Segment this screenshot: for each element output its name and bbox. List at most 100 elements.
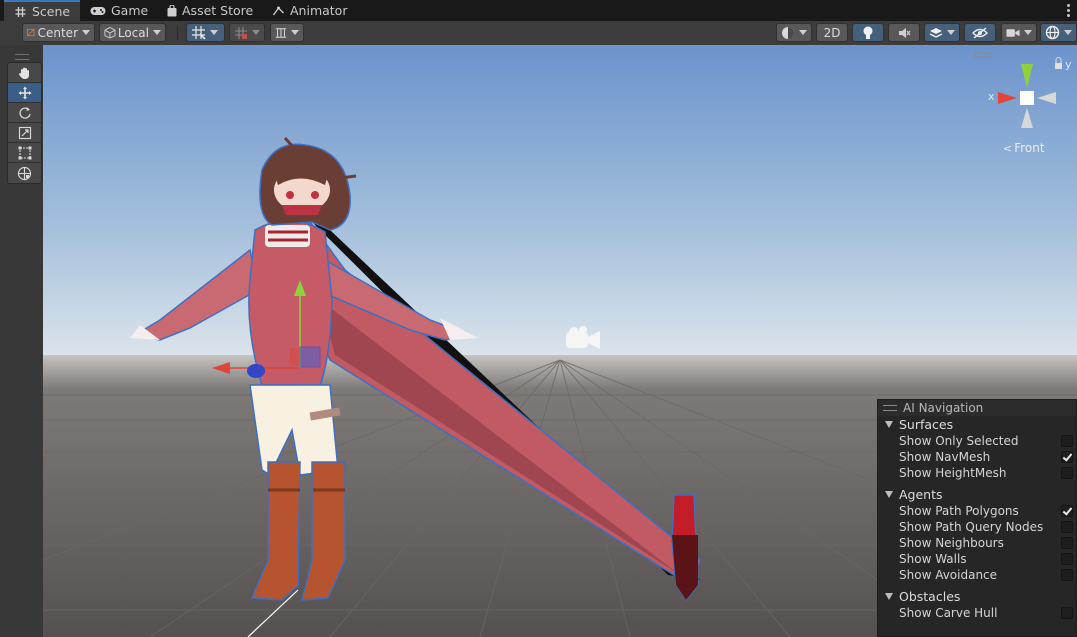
checkbox-show-path-polygons[interactable] xyxy=(1061,505,1073,517)
gamepad-icon xyxy=(90,6,106,15)
pivot-rotation-dropdown[interactable]: Local xyxy=(99,23,166,42)
section-surfaces[interactable]: Surfaces xyxy=(878,416,1076,433)
editor-tab-bar: Scene Game Asset Store Animator xyxy=(0,0,1077,21)
lightbulb-icon xyxy=(863,26,873,39)
2d-toggle[interactable]: 2D xyxy=(816,23,848,42)
grid-icon xyxy=(15,6,26,17)
option-show-carve-hull: Show Carve Hull xyxy=(878,605,1076,621)
option-show-path-query-nodes: Show Path Query Nodes xyxy=(878,519,1076,535)
tab-animator-label: Animator xyxy=(290,3,348,18)
section-surfaces-label: Surfaces xyxy=(899,417,954,432)
option-label: Show Neighbours xyxy=(899,536,1004,550)
scale-tool-button[interactable] xyxy=(8,123,41,143)
option-show-only-selected: Show Only Selected xyxy=(878,433,1076,449)
tab-asset-store[interactable]: Asset Store xyxy=(167,0,253,21)
option-label: Show Only Selected xyxy=(899,434,1019,448)
palette-grip[interactable] xyxy=(15,54,29,60)
checkbox-show-path-query-nodes[interactable] xyxy=(1061,521,1073,533)
checkbox-show-navmesh[interactable] xyxy=(1061,451,1073,463)
pivot-center-icon xyxy=(27,28,35,37)
option-label: Show Walls xyxy=(899,552,967,566)
option-show-avoidance: Show Avoidance xyxy=(878,567,1076,583)
hand-tool-button[interactable] xyxy=(8,63,41,83)
2d-toggle-label: 2D xyxy=(823,25,841,40)
rect-tool-button[interactable] xyxy=(8,143,41,163)
increment-snap-icon xyxy=(235,26,247,39)
option-show-walls: Show Walls xyxy=(878,551,1076,567)
rotate-icon xyxy=(18,106,31,119)
effects-dropdown[interactable] xyxy=(924,23,960,42)
option-show-navmesh: Show NavMesh xyxy=(878,449,1076,465)
audio-toggle[interactable] xyxy=(888,23,920,42)
tab-game[interactable]: Game xyxy=(90,0,148,21)
transform-tool-palette xyxy=(0,45,43,637)
tab-game-label: Game xyxy=(111,3,149,18)
scene-toolbar: Center Local 2D xyxy=(0,21,1077,46)
tab-asset-store-label: Asset Store xyxy=(182,3,254,18)
more-options-icon[interactable] xyxy=(1063,2,1073,18)
foldout-arrow-icon xyxy=(885,593,893,600)
scene-visibility-toggle[interactable] xyxy=(964,23,996,42)
gizmo-view-label[interactable]: < Front xyxy=(1003,141,1045,155)
grid-snap-icon xyxy=(192,26,206,40)
pivot-mode-dropdown[interactable]: Center xyxy=(22,23,95,42)
move-tool-button[interactable] xyxy=(8,83,41,103)
animator-icon xyxy=(272,6,284,15)
grid-visibility-dropdown[interactable] xyxy=(270,23,304,42)
grid-snap-dropdown[interactable] xyxy=(186,23,225,42)
option-show-heightmesh: Show HeightMesh xyxy=(878,465,1076,481)
option-label: Show HeightMesh xyxy=(899,466,1007,480)
section-agents[interactable]: Agents xyxy=(878,486,1076,503)
gizmo-y-label: y xyxy=(1065,58,1072,71)
tab-animator[interactable]: Animator xyxy=(272,0,347,21)
cube-local-icon xyxy=(104,26,116,39)
pivot-rotation-label: Local xyxy=(117,25,149,40)
foldout-arrow-icon xyxy=(885,421,893,428)
scale-icon xyxy=(18,126,31,139)
grid-visibility-icon xyxy=(275,27,287,38)
option-label: Show NavMesh xyxy=(899,450,991,464)
transform-all-icon xyxy=(17,166,32,180)
video-camera-icon xyxy=(1006,28,1020,37)
option-label: Show Path Polygons xyxy=(899,504,1019,518)
section-agents-label: Agents xyxy=(899,487,943,502)
ai-navigation-header[interactable]: AI Navigation xyxy=(878,400,1076,416)
gizmos-dropdown[interactable] xyxy=(1040,23,1077,42)
shading-mode-icon xyxy=(782,26,794,39)
checkbox-show-only-selected[interactable] xyxy=(1061,435,1073,447)
pivot-mode-label: Center xyxy=(37,25,78,40)
rect-transform-icon xyxy=(18,146,31,159)
checkbox-show-walls[interactable] xyxy=(1061,553,1073,565)
rotate-tool-button[interactable] xyxy=(8,103,41,123)
checkbox-show-heightmesh[interactable] xyxy=(1061,467,1073,479)
tab-scene-label: Scene xyxy=(32,4,71,19)
hand-icon xyxy=(18,67,29,79)
tab-scene[interactable]: Scene xyxy=(4,0,81,21)
gizmo-sphere-icon xyxy=(1045,25,1060,40)
option-show-neighbours: Show Neighbours xyxy=(878,535,1076,551)
lighting-toggle[interactable] xyxy=(852,23,884,42)
layers-effects-icon xyxy=(929,27,943,38)
checkbox-show-avoidance[interactable] xyxy=(1061,569,1073,581)
move-arrows-icon xyxy=(18,86,31,99)
option-show-path-polygons: Show Path Polygons xyxy=(878,503,1076,519)
shopping-bag-icon xyxy=(167,4,177,16)
section-obstacles[interactable]: Obstacles xyxy=(878,588,1076,605)
increment-snap-dropdown[interactable] xyxy=(229,23,265,42)
transform-tool-button[interactable] xyxy=(8,163,41,183)
checkbox-show-neighbours[interactable] xyxy=(1061,537,1073,549)
ai-navigation-title: AI Navigation xyxy=(903,401,984,415)
ai-navigation-panel: AI Navigation Surfaces Show Only Selecte… xyxy=(877,399,1077,637)
option-label: Show Carve Hull xyxy=(899,606,998,620)
drag-handle-icon[interactable] xyxy=(883,405,897,411)
camera-settings-dropdown[interactable] xyxy=(1001,23,1037,42)
checkbox-show-carve-hull[interactable] xyxy=(1061,607,1073,619)
option-label: Show Path Query Nodes xyxy=(899,520,1044,534)
gizmo-view-text: Front xyxy=(1014,141,1045,155)
foldout-arrow-icon xyxy=(885,491,893,498)
draw-mode-dropdown[interactable] xyxy=(776,23,812,42)
gizmo-x-label: x xyxy=(988,90,995,103)
section-obstacles-label: Obstacles xyxy=(899,589,961,604)
speaker-muted-icon xyxy=(899,27,911,38)
eye-hidden-icon xyxy=(972,26,988,39)
